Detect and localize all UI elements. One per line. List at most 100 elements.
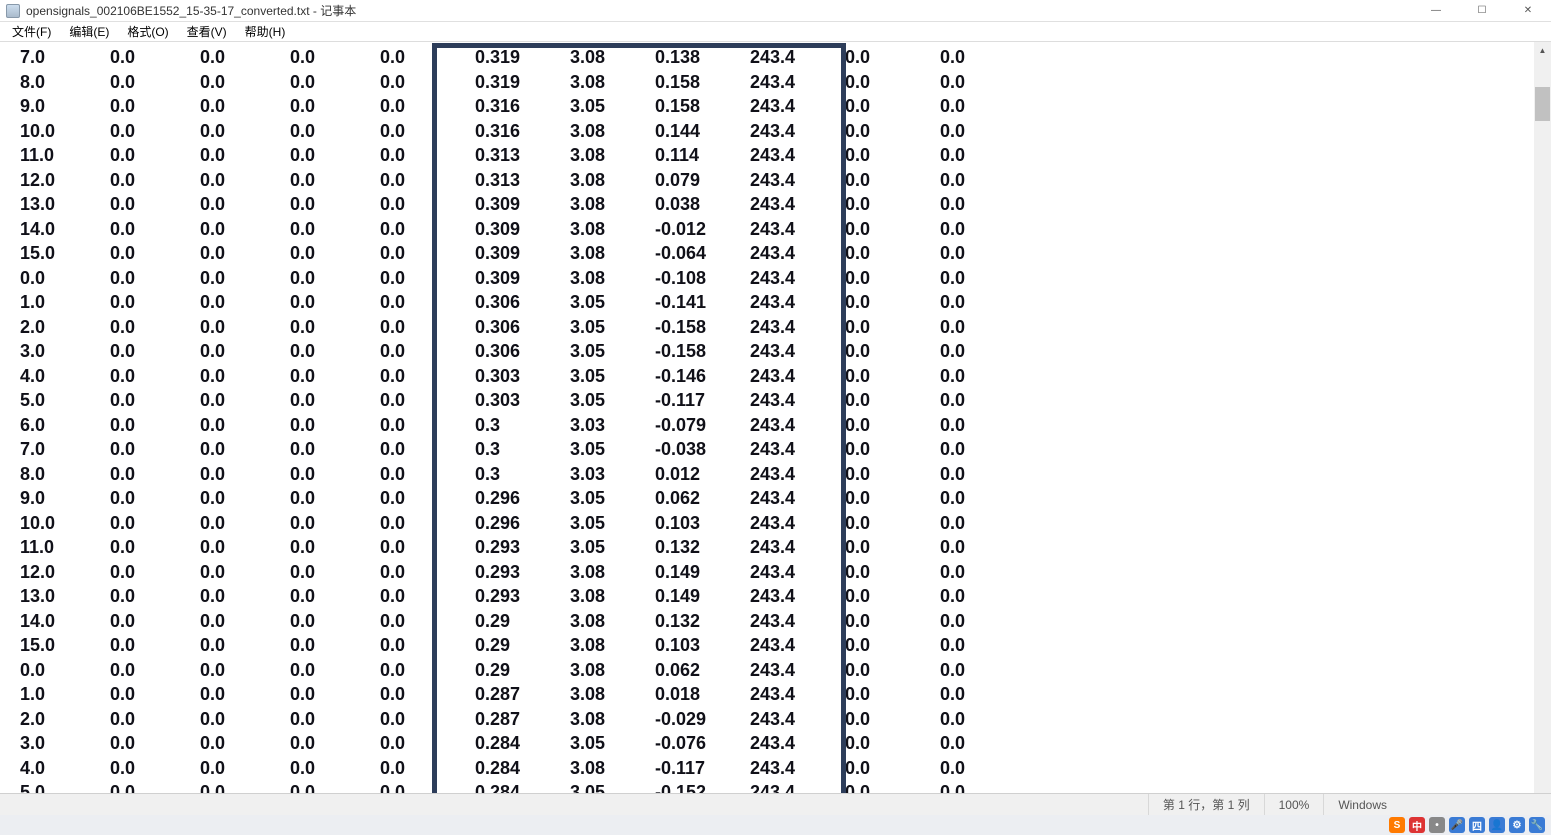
data-cell: 0.0: [380, 241, 475, 266]
data-cell: -0.076: [655, 731, 750, 756]
menu-format[interactable]: 格式(O): [119, 22, 176, 41]
data-cell: 0.0: [20, 658, 110, 683]
data-row[interactable]: 1.00.00.00.00.00.3063.05-0.141243.40.00.…: [0, 290, 1534, 315]
tray-icon[interactable]: •: [1429, 817, 1445, 833]
system-tray: S 中 • 🎤 四 👤 ⚙ 🔧: [0, 815, 1551, 835]
data-row[interactable]: 3.00.00.00.00.00.2843.05-0.076243.40.00.…: [0, 731, 1534, 756]
data-row[interactable]: 13.00.00.00.00.00.2933.080.149243.40.00.…: [0, 584, 1534, 609]
menu-file[interactable]: 文件(F): [4, 22, 59, 41]
data-cell: 3.05: [570, 486, 655, 511]
data-cell: 3.08: [570, 584, 655, 609]
data-row[interactable]: 2.00.00.00.00.00.3063.05-0.158243.40.00.…: [0, 315, 1534, 340]
data-cell: 0.0: [940, 168, 1035, 193]
data-cell: 3.05: [570, 364, 655, 389]
data-cell: 0.0: [110, 168, 200, 193]
data-cell: 0.0: [845, 70, 940, 95]
data-cell: 3.05: [570, 535, 655, 560]
data-row[interactable]: 6.00.00.00.00.00.33.03-0.079243.40.00.0: [0, 413, 1534, 438]
data-cell: 0.0: [940, 658, 1035, 683]
data-cell: 243.4: [750, 707, 845, 732]
data-cell: 0.306: [475, 315, 570, 340]
menu-view[interactable]: 查看(V): [179, 22, 235, 41]
microphone-icon[interactable]: 🎤: [1449, 817, 1465, 833]
data-cell: -0.029: [655, 707, 750, 732]
title-bar[interactable]: opensignals_002106BE1552_15-35-17_conver…: [0, 0, 1551, 22]
data-row[interactable]: 14.00.00.00.00.00.3093.08-0.012243.40.00…: [0, 217, 1534, 242]
data-row[interactable]: 11.00.00.00.00.00.2933.050.132243.40.00.…: [0, 535, 1534, 560]
data-cell: 13.0: [20, 584, 110, 609]
data-cell: 0.0: [290, 266, 380, 291]
data-row[interactable]: 4.00.00.00.00.00.3033.05-0.146243.40.00.…: [0, 364, 1534, 389]
data-cell: 0.0: [845, 364, 940, 389]
data-row[interactable]: 0.00.00.00.00.00.293.080.062243.40.00.0: [0, 658, 1534, 683]
data-cell: 0.293: [475, 535, 570, 560]
data-cell: 0.284: [475, 756, 570, 781]
data-row[interactable]: 12.00.00.00.00.00.3133.080.079243.40.00.…: [0, 168, 1534, 193]
data-row[interactable]: 9.00.00.00.00.00.3163.050.158243.40.00.0: [0, 94, 1534, 119]
data-cell: 0.296: [475, 511, 570, 536]
data-row[interactable]: 5.00.00.00.00.00.3033.05-0.117243.40.00.…: [0, 388, 1534, 413]
data-cell: 14.0: [20, 217, 110, 242]
close-button[interactable]: ✕: [1505, 0, 1551, 22]
tray-app-icon[interactable]: 四: [1469, 817, 1485, 833]
data-row[interactable]: 11.00.00.00.00.00.3133.080.114243.40.00.…: [0, 143, 1534, 168]
vertical-scrollbar[interactable]: ▲ ▼: [1534, 42, 1551, 813]
data-row[interactable]: 4.00.00.00.00.00.2843.08-0.117243.40.00.…: [0, 756, 1534, 781]
data-cell: 0.0: [290, 192, 380, 217]
data-cell: 0.0: [845, 707, 940, 732]
data-row[interactable]: 7.00.00.00.00.00.33.05-0.038243.40.00.0: [0, 437, 1534, 462]
ime-chinese-icon[interactable]: 中: [1409, 817, 1425, 833]
tray-settings-icon[interactable]: ⚙: [1509, 817, 1525, 833]
data-cell: 243.4: [750, 119, 845, 144]
data-cell: 0.0: [200, 413, 290, 438]
data-cell: 2.0: [20, 315, 110, 340]
data-cell: 243.4: [750, 535, 845, 560]
data-cell: 3.08: [570, 143, 655, 168]
data-row[interactable]: 13.00.00.00.00.00.3093.080.038243.40.00.…: [0, 192, 1534, 217]
data-cell: 0.0: [110, 339, 200, 364]
data-cell: 0.29: [475, 609, 570, 634]
data-row[interactable]: 15.00.00.00.00.00.3093.08-0.064243.40.00…: [0, 241, 1534, 266]
scroll-up-arrow-icon[interactable]: ▲: [1534, 42, 1551, 59]
data-cell: 0.0: [380, 731, 475, 756]
tray-user-icon[interactable]: 👤: [1489, 817, 1505, 833]
data-row[interactable]: 10.00.00.00.00.00.2963.050.103243.40.00.…: [0, 511, 1534, 536]
minimize-button[interactable]: —: [1413, 0, 1459, 22]
data-cell: -0.064: [655, 241, 750, 266]
data-row[interactable]: 3.00.00.00.00.00.3063.05-0.158243.40.00.…: [0, 339, 1534, 364]
data-cell: 0.0: [200, 511, 290, 536]
data-row[interactable]: 8.00.00.00.00.00.3193.080.158243.40.00.0: [0, 70, 1534, 95]
data-cell: 0.0: [845, 731, 940, 756]
data-row[interactable]: 10.00.00.00.00.00.3163.080.144243.40.00.…: [0, 119, 1534, 144]
data-row[interactable]: 2.00.00.00.00.00.2873.08-0.029243.40.00.…: [0, 707, 1534, 732]
data-cell: 5.0: [20, 388, 110, 413]
data-cell: 12.0: [20, 168, 110, 193]
data-cell: 0.0: [380, 462, 475, 487]
data-row[interactable]: 9.00.00.00.00.00.2963.050.062243.40.00.0: [0, 486, 1534, 511]
data-row[interactable]: 7.00.00.00.00.00.3193.080.138243.40.00.0: [0, 45, 1534, 70]
data-row[interactable]: 12.00.00.00.00.00.2933.080.149243.40.00.…: [0, 560, 1534, 585]
text-area[interactable]: 7.00.00.00.00.00.3193.080.138243.40.00.0…: [0, 42, 1551, 813]
notepad-icon: [6, 4, 20, 18]
data-row[interactable]: 14.00.00.00.00.00.293.080.132243.40.00.0: [0, 609, 1534, 634]
data-cell: 0.132: [655, 535, 750, 560]
data-row[interactable]: 1.00.00.00.00.00.2873.080.018243.40.00.0: [0, 682, 1534, 707]
data-cell: 3.0: [20, 339, 110, 364]
menu-help[interactable]: 帮助(H): [237, 22, 294, 41]
data-cell: 0.0: [110, 315, 200, 340]
tray-tool-icon[interactable]: 🔧: [1529, 817, 1545, 833]
data-row[interactable]: 0.00.00.00.00.00.3093.08-0.108243.40.00.…: [0, 266, 1534, 291]
data-row[interactable]: 8.00.00.00.00.00.33.030.012243.40.00.0: [0, 462, 1534, 487]
data-cell: 243.4: [750, 658, 845, 683]
data-cell: 0.0: [110, 266, 200, 291]
text-content[interactable]: 7.00.00.00.00.00.3193.080.138243.40.00.0…: [0, 42, 1534, 813]
data-row[interactable]: 15.00.00.00.00.00.293.080.103243.40.00.0: [0, 633, 1534, 658]
data-cell: 0.149: [655, 560, 750, 585]
data-cell: 0.0: [940, 266, 1035, 291]
data-cell: 0.319: [475, 70, 570, 95]
ime-sogou-icon[interactable]: S: [1389, 817, 1405, 833]
data-cell: 0.0: [940, 143, 1035, 168]
menu-edit[interactable]: 编辑(E): [61, 22, 117, 41]
maximize-button[interactable]: ☐: [1459, 0, 1505, 22]
scroll-thumb[interactable]: [1535, 87, 1550, 121]
